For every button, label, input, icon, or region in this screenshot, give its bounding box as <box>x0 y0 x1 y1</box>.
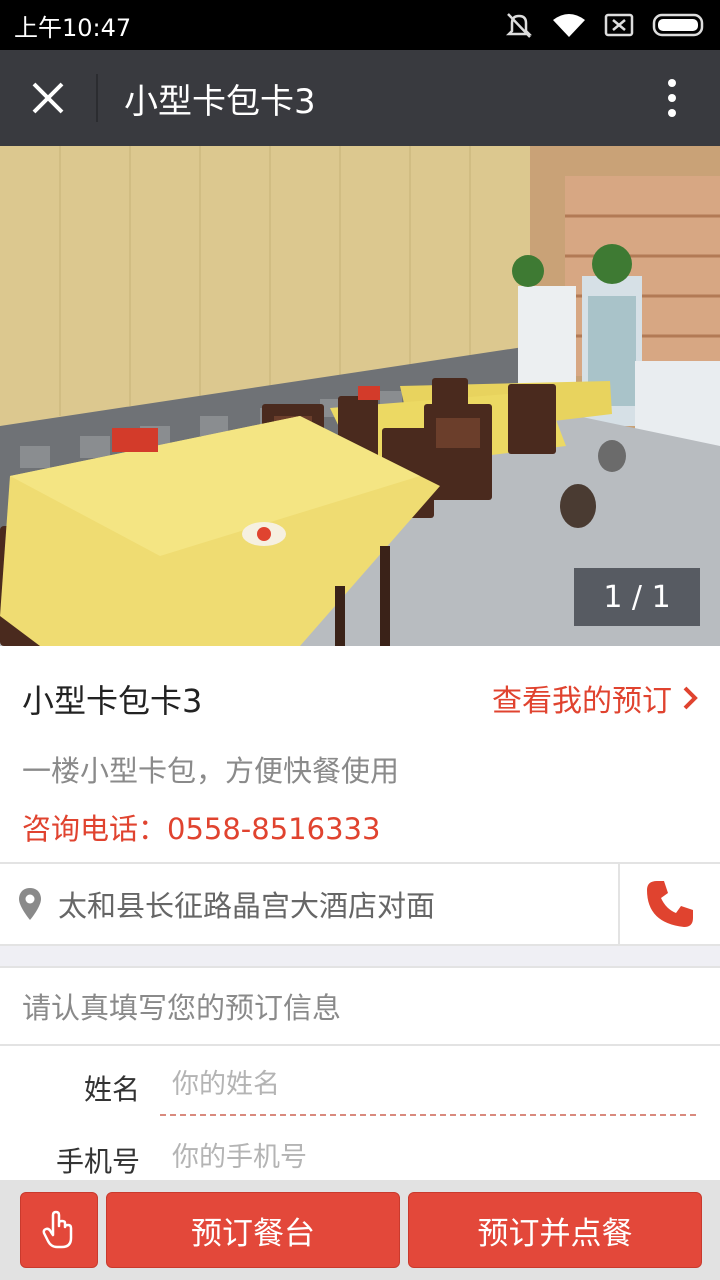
nav-bar: 小型卡包卡3 <box>0 50 720 146</box>
close-button[interactable] <box>0 50 96 146</box>
page-title: 小型卡包卡3 <box>124 81 316 122</box>
call-button[interactable] <box>618 864 720 944</box>
name-input[interactable] <box>160 1054 696 1116</box>
mute-icon <box>505 13 533 38</box>
room-title: 小型卡包卡3 <box>22 682 203 720</box>
address-info[interactable]: 太和县长征路晶宫大酒店对面 <box>0 864 618 944</box>
hand-pointer-icon <box>42 1210 73 1249</box>
view-my-booking-link[interactable]: 查看我的预订 <box>492 676 698 720</box>
status-icons <box>504 11 706 39</box>
close-icon <box>32 82 64 114</box>
status-bar: 上午10:47 <box>0 0 720 50</box>
phone-label: 手机号 <box>55 1145 140 1178</box>
name-label: 姓名 <box>83 1073 140 1106</box>
hand-button[interactable] <box>20 1192 98 1268</box>
form-header-text: 请认真填写您的预订信息 <box>22 991 342 1025</box>
room-photo-gallery[interactable]: 1 / 1 <box>0 146 720 646</box>
address-text: 太和县长征路晶宫大酒店对面 <box>58 889 436 923</box>
view-my-booking-label: 查看我的预订 <box>492 684 672 719</box>
bottom-action-bar: 预订餐台 预订并点餐 <box>0 1180 720 1280</box>
form-header: 请认真填写您的预订信息 <box>0 966 720 1046</box>
sim-icon <box>604 13 634 37</box>
address-row: 太和县长征路晶宫大酒店对面 <box>0 862 720 946</box>
battery-icon <box>652 13 704 37</box>
room-description: 一楼小型卡包，方便快餐使用 <box>22 754 400 788</box>
room-info: 小型卡包卡3 查看我的预订 一楼小型卡包，方便快餐使用 咨询电话：0558-85… <box>0 646 720 862</box>
consult-phone[interactable]: 咨询电话：0558-8516333 <box>22 806 380 848</box>
phone-icon <box>647 881 693 927</box>
wifi-icon <box>553 14 585 37</box>
more-button[interactable] <box>624 50 720 146</box>
location-pin-icon <box>19 888 41 920</box>
status-time: 上午10:47 <box>14 13 132 42</box>
chevron-right-icon <box>683 686 698 710</box>
book-table-button[interactable]: 预订餐台 <box>106 1192 400 1268</box>
book-and-order-button[interactable]: 预订并点餐 <box>408 1192 702 1268</box>
image-counter: 1 / 1 <box>574 568 700 626</box>
phone-input[interactable] <box>160 1126 696 1188</box>
name-row: 姓名 <box>0 1050 720 1122</box>
more-vertical-icon <box>668 79 676 117</box>
